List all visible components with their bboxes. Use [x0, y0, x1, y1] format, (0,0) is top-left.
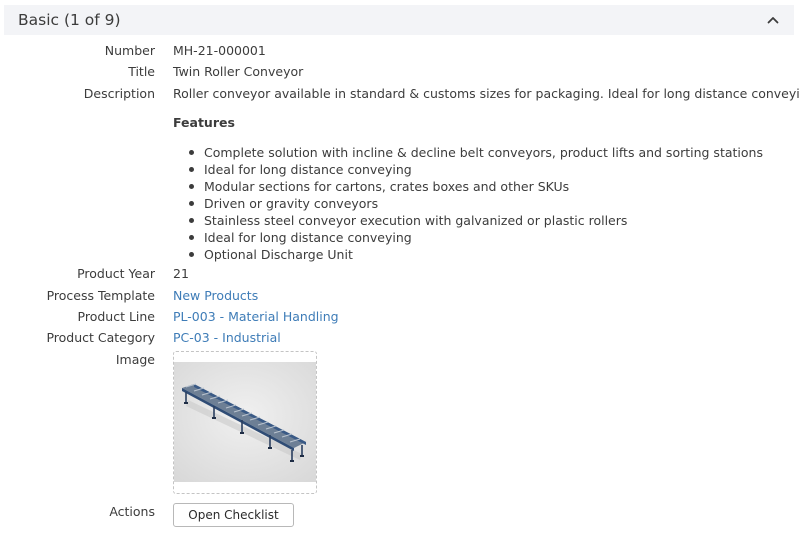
field-value-product-year: 21	[173, 266, 189, 281]
section-title: Basic (1 of 9)	[18, 11, 121, 29]
field-row-description: Description Roller conveyor available in…	[0, 86, 800, 106]
product-line-link[interactable]: PL-003 - Material Handling	[173, 309, 339, 324]
field-label-process-template: Process Template	[46, 288, 155, 303]
feature-item: Stainless steel conveyor execution with …	[188, 212, 763, 229]
field-value-title: Twin Roller Conveyor	[173, 64, 304, 79]
feature-item: Optional Discharge Unit	[188, 246, 763, 263]
field-row-product-line: Product Line PL-003 - Material Handling	[0, 309, 800, 329]
field-label-product-year: Product Year	[77, 266, 155, 281]
product-category-link[interactable]: PC-03 - Industrial	[173, 330, 281, 345]
field-row-process-template: Process Template New Products	[0, 288, 800, 308]
chevron-up-icon[interactable]	[766, 13, 780, 27]
field-row-actions: Actions	[0, 504, 800, 524]
features-heading: Features	[173, 115, 235, 130]
field-value-description: Roller conveyor available in standard & …	[173, 86, 800, 101]
section-header-basic[interactable]: Basic (1 of 9)	[4, 5, 794, 35]
field-row-number: Number MH-21-000001	[0, 43, 800, 63]
field-label-description: Description	[83, 86, 155, 101]
open-checklist-button[interactable]: Open Checklist	[173, 503, 294, 527]
field-value-number: MH-21-000001	[173, 43, 266, 58]
field-label-image: Image	[115, 352, 155, 367]
field-label-product-line: Product Line	[77, 309, 155, 324]
field-label-title: Title	[128, 64, 155, 79]
feature-item: Ideal for long distance conveying	[188, 161, 763, 178]
field-label-actions: Actions	[109, 504, 155, 519]
product-image	[174, 362, 316, 482]
field-row-image: Image	[0, 352, 800, 372]
features-list: Complete solution with incline & decline…	[188, 144, 763, 263]
field-label-number: Number	[104, 43, 155, 58]
field-row-title: Title Twin Roller Conveyor	[0, 64, 800, 84]
field-row-product-year: Product Year 21	[0, 266, 800, 286]
field-row-product-category: Product Category PC-03 - Industrial	[0, 330, 800, 350]
feature-item: Complete solution with incline & decline…	[188, 144, 763, 161]
field-label-product-category: Product Category	[46, 330, 155, 345]
process-template-link[interactable]: New Products	[173, 288, 258, 303]
product-image-frame[interactable]	[173, 351, 317, 494]
feature-item: Ideal for long distance conveying	[188, 229, 763, 246]
feature-item: Driven or gravity conveyors	[188, 195, 763, 212]
feature-item: Modular sections for cartons, crates box…	[188, 178, 763, 195]
